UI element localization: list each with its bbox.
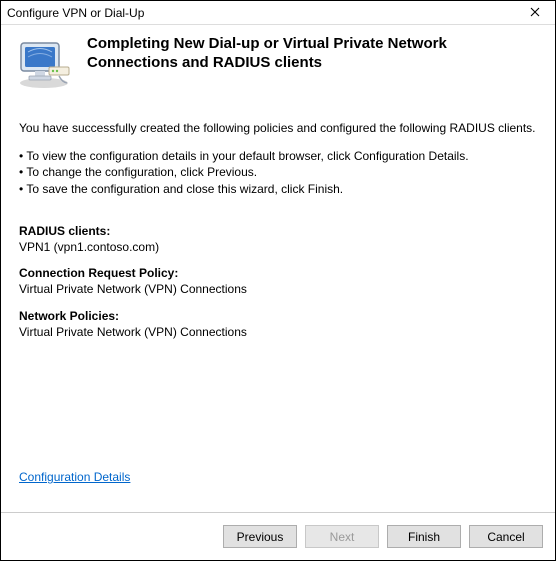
close-button[interactable]: [515, 1, 555, 25]
wizard-header: Completing New Dial-up or Virtual Privat…: [1, 25, 555, 98]
finish-button[interactable]: Finish: [387, 525, 461, 548]
bullet-change-config: • To change the configuration, click Pre…: [19, 164, 537, 180]
window-title: Configure VPN or Dial-Up: [7, 6, 515, 20]
network-policies-value: Virtual Private Network (VPN) Connection…: [19, 324, 537, 340]
connection-request-policy-value: Virtual Private Network (VPN) Connection…: [19, 281, 537, 297]
radius-clients-value: VPN1 (vpn1.contoso.com): [19, 239, 537, 255]
network-policies-label: Network Policies:: [19, 308, 537, 324]
intro-text: You have successfully created the follow…: [19, 120, 537, 136]
radius-clients-label: RADIUS clients:: [19, 223, 537, 239]
configuration-details-link[interactable]: Configuration Details: [19, 470, 130, 484]
instruction-bullets: • To view the configuration details in y…: [19, 148, 537, 197]
wizard-button-row: Previous Next Finish Cancel: [1, 512, 555, 560]
wizard-window: Configure VPN or Dial-Up Completi: [0, 0, 556, 561]
cancel-button[interactable]: Cancel: [469, 525, 543, 548]
titlebar: Configure VPN or Dial-Up: [1, 1, 555, 25]
wizard-body: You have successfully created the follow…: [1, 98, 555, 512]
previous-button[interactable]: Previous: [223, 525, 297, 548]
close-icon: [530, 6, 540, 20]
next-button: Next: [305, 525, 379, 548]
bullet-view-details: • To view the configuration details in y…: [19, 148, 537, 164]
monitor-network-icon: [15, 35, 73, 92]
wizard-heading: Completing New Dial-up or Virtual Privat…: [87, 35, 537, 73]
bullet-save-finish: • To save the configuration and close th…: [19, 181, 537, 197]
connection-request-policy-label: Connection Request Policy:: [19, 265, 537, 281]
